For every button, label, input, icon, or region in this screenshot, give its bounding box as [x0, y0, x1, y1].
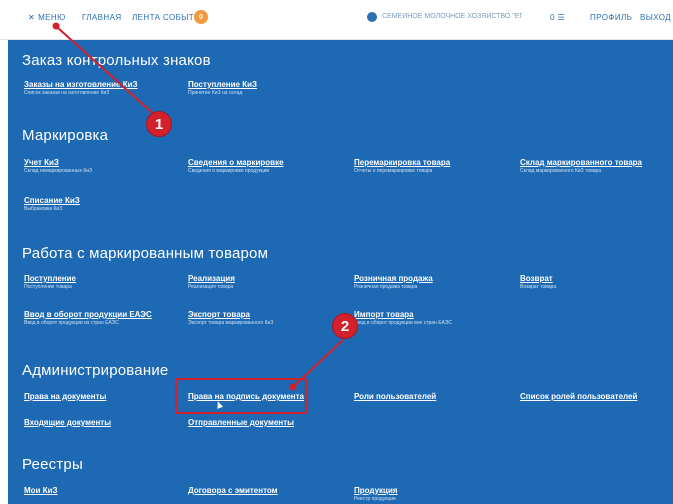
arrow-tip-1 — [52, 22, 60, 30]
highlight-signature-rights — [175, 378, 307, 414]
arrow-line-1 — [57, 27, 159, 119]
callout-1: 1 — [146, 111, 172, 137]
annotation-arrows — [52, 22, 344, 391]
callout-2: 2 — [332, 313, 358, 339]
